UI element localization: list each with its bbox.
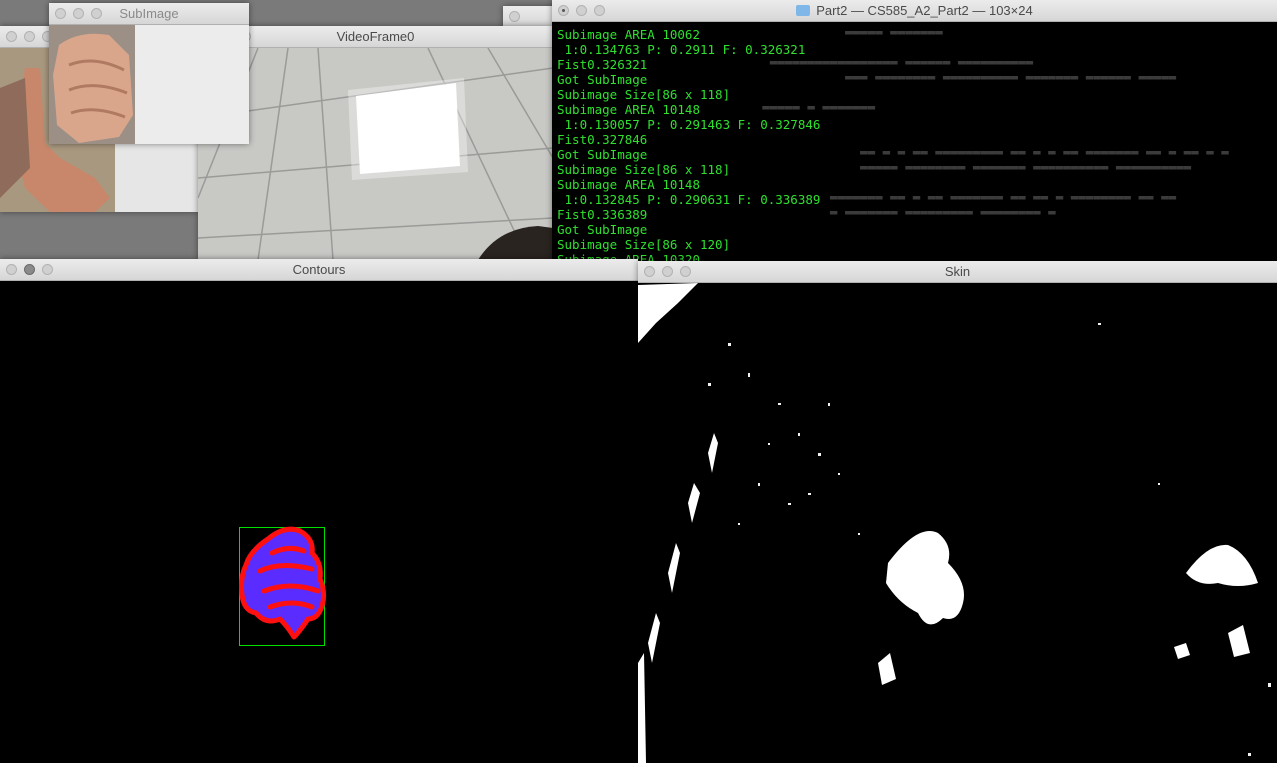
minimize-button[interactable]: [73, 8, 84, 19]
terminal-line: Subimage AREA 10148: [557, 102, 700, 117]
window-controls: [558, 5, 612, 17]
terminal-lines: Subimage AREA 10062 1:0.134763 P: 0.2911…: [557, 27, 1277, 262]
terminal-line: Subimage Size[86 x 120]: [557, 237, 731, 252]
terminal-line: Subimage AREA 10148: [557, 177, 700, 192]
zoom-button[interactable]: [42, 264, 53, 275]
contour-overlay: [239, 526, 327, 646]
terminal-output[interactable]: ▬▬▬▬▬ ▬▬▬▬▬▬▬ ▬▬▬▬▬▬▬▬▬▬▬▬▬▬▬▬▬ ▬▬▬▬▬▬ ▬…: [552, 22, 1277, 262]
window-title: Skin: [944, 264, 971, 279]
hand-contour: [239, 526, 327, 640]
zoom-button[interactable]: [91, 8, 102, 19]
contours-canvas: [0, 281, 638, 763]
terminal-line: Got SubImage: [557, 222, 648, 237]
skin-titlebar: Skin: [638, 261, 1277, 283]
zoom-button[interactable]: [594, 5, 605, 16]
window-title: Part2 — CS585_A2_Part2 — 103×24: [816, 3, 1033, 18]
folder-icon: [796, 5, 811, 16]
terminal-titlebar: Part2 — CS585_A2_Part2 — 103×24: [552, 0, 1277, 22]
terminal-line: Subimage AREA 10062: [557, 27, 700, 42]
terminal-line: Fist0.326321: [557, 57, 648, 72]
skin-mask: [638, 283, 1271, 763]
videoframe-window: VideoFrame0: [198, 26, 553, 260]
minimize-button[interactable]: [662, 266, 673, 277]
minimize-button[interactable]: [576, 5, 587, 16]
terminal-line: Got SubImage: [557, 147, 648, 162]
terminal-line: Fist0.327846: [557, 132, 648, 147]
close-button[interactable]: [55, 8, 66, 19]
terminal-line: 1:0.130057 P: 0.291463 F: 0.327846: [557, 117, 821, 132]
window-controls: [6, 264, 60, 276]
skin-mask-canvas: [638, 283, 1277, 763]
window-controls: [509, 11, 527, 23]
close-button[interactable]: [644, 266, 655, 277]
close-button[interactable]: [6, 31, 17, 42]
minimize-button[interactable]: [24, 31, 35, 42]
terminal-line: 1:0.134763 P: 0.2911 F: 0.326321: [557, 42, 806, 57]
hand-crop-image: [49, 25, 135, 144]
window-title: VideoFrame0: [336, 29, 415, 44]
window-controls: [644, 266, 698, 278]
video-frame: [198, 48, 553, 260]
terminal-line: Subimage Size[86 x 118]: [557, 162, 731, 177]
subimage-view: [49, 25, 249, 144]
close-button[interactable]: [558, 5, 569, 16]
contours-window: Contours: [0, 259, 638, 763]
minimize-button[interactable]: [24, 264, 35, 275]
videoframe-titlebar: VideoFrame0: [198, 26, 553, 48]
zoom-button[interactable]: [680, 266, 691, 277]
close-button[interactable]: [509, 11, 520, 22]
subimage-titlebar: SubImage: [49, 3, 249, 25]
terminal-line: Fist0.336389: [557, 207, 648, 222]
terminal-line: Got SubImage: [557, 72, 648, 87]
contours-titlebar: Contours: [0, 259, 638, 281]
skin-window: Skin: [638, 261, 1277, 763]
close-button[interactable]: [6, 264, 17, 275]
window-title: Contours: [292, 262, 346, 277]
window-title: SubImage: [119, 6, 179, 21]
subimage-window: SubImage: [49, 3, 249, 144]
terminal-line: Subimage Size[86 x 118]: [557, 87, 731, 102]
window-controls: [55, 8, 109, 20]
terminal-window: Part2 — CS585_A2_Part2 — 103×24 ▬▬▬▬▬ ▬▬…: [552, 0, 1277, 262]
terminal-line: 1:0.132845 P: 0.290631 F: 0.336389: [557, 192, 821, 207]
ceiling-image: [198, 48, 553, 260]
